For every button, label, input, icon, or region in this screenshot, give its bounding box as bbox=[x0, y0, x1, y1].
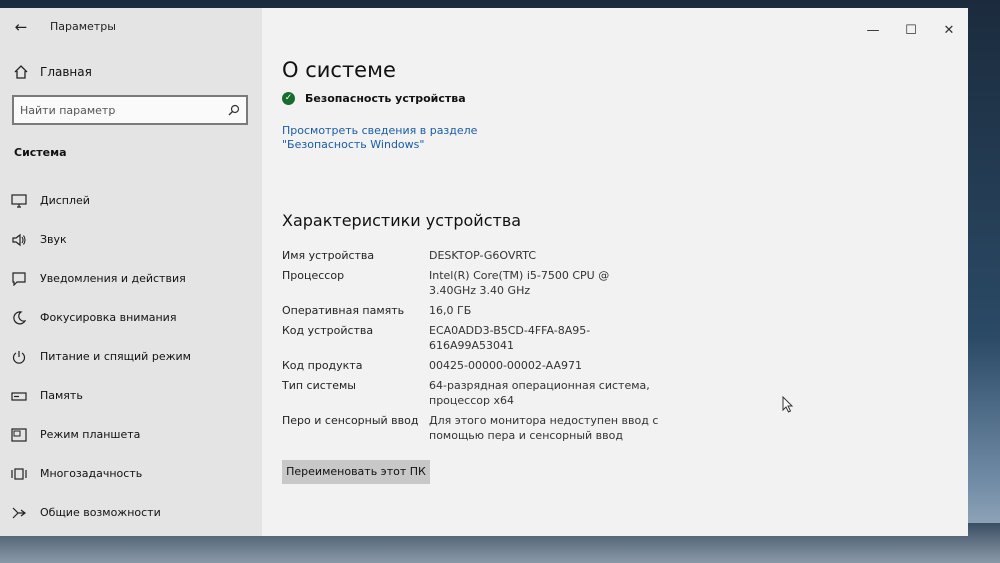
spec-value: 00425-00000-00002-AA971 bbox=[429, 359, 582, 372]
back-arrow-icon[interactable]: ← bbox=[10, 16, 32, 38]
sidebar-item-label: Фокусировка внимания bbox=[40, 311, 177, 324]
spec-row: Оперативная память 16,0 ГБ bbox=[282, 303, 682, 318]
sidebar-item-label: Режим планшета bbox=[40, 428, 141, 441]
sidebar-item-focus[interactable]: Фокусировка внимания bbox=[10, 298, 260, 337]
sidebar-item-label: Многозадачность bbox=[40, 467, 143, 480]
spec-key: Код устройства bbox=[282, 324, 374, 337]
security-status-text: Безопасность устройства bbox=[305, 92, 466, 105]
rename-pc-button[interactable]: Переименовать этот ПК bbox=[282, 460, 430, 484]
spec-value: 16,0 ГБ bbox=[429, 304, 472, 317]
spec-value: Для этого монитора недоступен ввод с пом… bbox=[429, 414, 659, 442]
sidebar-item-label: Уведомления и действия bbox=[40, 272, 186, 285]
share-icon bbox=[10, 504, 28, 522]
sidebar-item-label: Дисплей bbox=[40, 194, 90, 207]
sidebar-section-label: Система bbox=[14, 146, 67, 159]
search-icon[interactable] bbox=[228, 101, 240, 120]
search-input[interactable] bbox=[20, 103, 220, 117]
sidebar-item-label: Общие возможности bbox=[40, 506, 161, 519]
security-details-link[interactable]: Просмотреть сведения в разделе "Безопасн… bbox=[282, 124, 552, 152]
tablet-icon bbox=[10, 426, 28, 444]
spec-row: Код продукта 00425-00000-00002-AA971 bbox=[282, 358, 682, 373]
spec-row: Код устройства ECA0ADD3-B5CD-4FFA-8A95-6… bbox=[282, 323, 682, 353]
spec-value: ECA0ADD3-B5CD-4FFA-8A95-616A99A53041 bbox=[429, 324, 591, 352]
specs-title: Характеристики устройства bbox=[282, 211, 522, 230]
sidebar-item-tablet[interactable]: Режим планшета bbox=[10, 415, 260, 454]
sidebar-item-power[interactable]: Питание и спящий режим bbox=[10, 337, 260, 376]
minimize-button[interactable]: — bbox=[854, 18, 892, 42]
spec-key: Процессор bbox=[282, 269, 345, 282]
spec-key: Тип системы bbox=[282, 379, 356, 392]
moon-icon bbox=[10, 309, 28, 327]
spec-key: Имя устройства bbox=[282, 249, 375, 262]
sidebar-item-storage[interactable]: Память bbox=[10, 376, 260, 415]
app-title: Параметры bbox=[50, 20, 116, 33]
power-icon bbox=[10, 348, 28, 366]
notification-icon bbox=[10, 270, 28, 288]
speaker-icon bbox=[10, 231, 28, 249]
spec-row: Тип системы 64-разрядная операционная си… bbox=[282, 378, 682, 408]
sidebar-item-multitasking[interactable]: Многозадачность bbox=[10, 454, 260, 493]
sidebar-item-display[interactable]: Дисплей bbox=[10, 181, 260, 220]
main-panel: — ☐ ✕ О системе ✓ Безопасность устройств… bbox=[262, 8, 968, 536]
spec-value: Intel(R) Core(TM) i5-7500 CPU @ 3.40GHz … bbox=[429, 269, 610, 297]
maximize-button[interactable]: ☐ bbox=[892, 18, 930, 42]
close-button[interactable]: ✕ bbox=[930, 18, 968, 42]
sidebar-item-label: Звук bbox=[40, 233, 67, 246]
monitor-icon bbox=[10, 192, 28, 210]
page-title: О системе bbox=[282, 58, 396, 82]
spec-key: Код продукта bbox=[282, 359, 363, 372]
spec-row: Имя устройства DESKTOP-G6OVRTC bbox=[282, 248, 682, 263]
sidebar-home[interactable]: Главная bbox=[12, 60, 92, 84]
check-circle-icon: ✓ bbox=[282, 92, 295, 105]
mouse-cursor-icon bbox=[782, 395, 794, 418]
spec-row: Процессор Intel(R) Core(TM) i5-7500 CPU … bbox=[282, 268, 682, 298]
sidebar-item-label: Память bbox=[40, 389, 83, 402]
sidebar-item-shared-experiences[interactable]: Общие возможности bbox=[10, 493, 260, 532]
home-icon bbox=[12, 63, 30, 81]
window-controls: — ☐ ✕ bbox=[854, 18, 968, 42]
search-box[interactable] bbox=[12, 95, 248, 125]
spec-key: Перо и сенсорный ввод bbox=[282, 414, 419, 427]
spec-key: Оперативная память bbox=[282, 304, 405, 317]
specs-table: Имя устройства DESKTOP-G6OVRTC Процессор… bbox=[282, 248, 682, 448]
security-status: ✓ Безопасность устройства bbox=[282, 92, 466, 105]
settings-window: ← Параметры Главная Система Дисплей Звук bbox=[0, 8, 968, 536]
sidebar-nav: Дисплей Звук Уведомления и действия Фоку… bbox=[10, 181, 260, 532]
sidebar: ← Параметры Главная Система Дисплей Звук bbox=[0, 8, 262, 536]
sidebar-item-notifications[interactable]: Уведомления и действия bbox=[10, 259, 260, 298]
spec-value: DESKTOP-G6OVRTC bbox=[429, 249, 537, 262]
spec-value: 64-разрядная операционная система, проце… bbox=[429, 379, 650, 407]
sidebar-item-sound[interactable]: Звук bbox=[10, 220, 260, 259]
sidebar-home-label: Главная bbox=[40, 65, 92, 79]
spec-row: Перо и сенсорный ввод Для этого монитора… bbox=[282, 413, 682, 443]
multitask-icon bbox=[10, 465, 28, 483]
storage-icon bbox=[10, 387, 28, 405]
sidebar-item-label: Питание и спящий режим bbox=[40, 350, 191, 363]
